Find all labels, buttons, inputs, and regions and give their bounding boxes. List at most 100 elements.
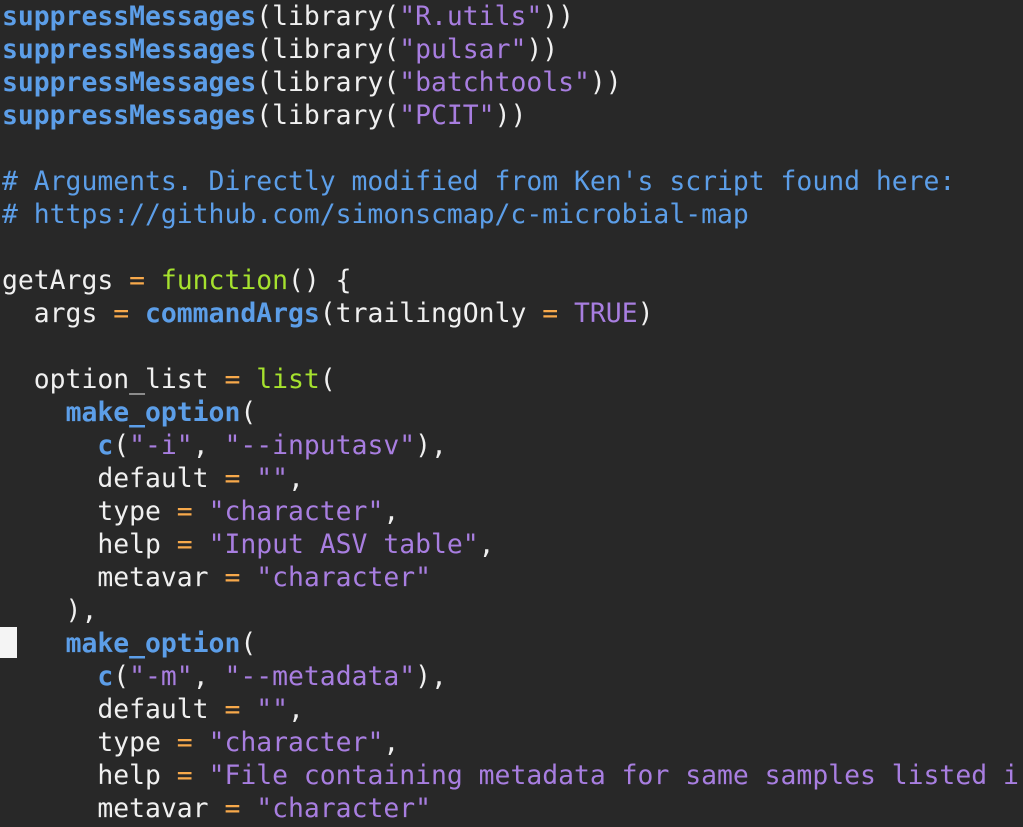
code-token: type [2, 727, 177, 758]
code-token: "--inputasv" [224, 430, 416, 461]
code-token: "PCIT" [399, 100, 495, 131]
code-line[interactable]: # Arguments. Directly modified from Ken'… [2, 165, 955, 198]
code-token: getArgs [2, 265, 130, 296]
code-token: = [129, 265, 145, 296]
code-token: help [2, 529, 177, 560]
code-line[interactable]: suppressMessages(library("PCIT")) [2, 99, 526, 132]
code-token: library [272, 67, 384, 98]
code-token: ( [113, 661, 130, 692]
code-token: "-i" [129, 430, 193, 461]
code-token: = [113, 298, 130, 329]
code-token: = [224, 694, 241, 725]
code-token: ), [2, 595, 98, 626]
code-token: "" [256, 463, 289, 494]
code-token: = [224, 562, 241, 593]
code-token: suppressMessages [2, 1, 257, 32]
code-token: "" [256, 694, 289, 725]
code-token: , [288, 463, 304, 494]
code-token: )) [526, 34, 559, 65]
code-token: list [256, 364, 320, 395]
code-token: , [383, 727, 400, 758]
code-token: type [2, 496, 177, 527]
code-token: ( [383, 34, 400, 65]
code-token: function [160, 265, 288, 296]
code-token: commandArgs [145, 298, 320, 329]
code-token: = [224, 793, 241, 824]
code-token: (trailingOnly [319, 298, 543, 329]
code-line[interactable]: make_option( [2, 396, 257, 429]
code-token: "character" [208, 727, 384, 758]
code-line[interactable]: getArgs = function() { [2, 264, 352, 297]
code-token: metavar [2, 793, 225, 824]
code-line[interactable]: # https://github.com/simonscmap/c-microb… [2, 198, 749, 231]
code-line[interactable]: suppressMessages(library("pulsar")) [2, 33, 558, 66]
code-line[interactable]: suppressMessages(library("R.utils")) [2, 0, 574, 33]
code-token: ( [319, 364, 336, 395]
code-token: = [176, 529, 193, 560]
code-token: # https://github.com/simonscmap/c-microb… [2, 199, 749, 230]
code-line[interactable]: option_list = list( [2, 363, 336, 396]
code-line[interactable]: default = "", [2, 693, 304, 726]
code-token: ( [256, 1, 273, 32]
code-token: ( [113, 430, 130, 461]
code-token: make_option [65, 628, 241, 659]
code-token: make_option [65, 397, 241, 428]
code-line[interactable]: help = "Input ASV table", [2, 528, 494, 561]
code-token: ( [383, 67, 400, 98]
code-token: library [272, 34, 384, 65]
code-line[interactable]: help = "File containing metadata for sam… [2, 759, 1019, 792]
code-line[interactable]: c("-i", "--inputasv"), [2, 429, 447, 462]
code-token: "character" [256, 562, 432, 593]
code-token: = [542, 298, 559, 329]
code-token: "character" [208, 496, 384, 527]
code-token: c [97, 661, 114, 692]
code-line[interactable]: default = "", [2, 462, 304, 495]
code-token: TRUE [574, 298, 638, 329]
code-token: = [176, 727, 193, 758]
code-token: "Input ASV table" [208, 529, 479, 560]
code-editor[interactable]: suppressMessages(library("R.utils")) supp… [0, 0, 1023, 827]
code-token: ), [415, 430, 447, 461]
code-token: library [272, 100, 384, 131]
code-line[interactable]: c("-m", "--metadata"), [2, 660, 447, 693]
code-token: suppressMessages [2, 67, 257, 98]
code-token: , [192, 661, 225, 692]
code-token: , [288, 694, 304, 725]
code-token: ), [415, 661, 447, 692]
code-token: args [2, 298, 114, 329]
code-line[interactable]: args = commandArgs(trailingOnly = TRUE) [2, 297, 654, 330]
code-line[interactable]: make_option( [2, 627, 257, 660]
code-line[interactable]: metavar = "character" [2, 561, 431, 594]
code-token: default [2, 463, 225, 494]
code-line[interactable]: metavar = "character" [2, 792, 431, 825]
code-token: "File containing metadata for same sampl… [208, 760, 1019, 791]
code-token: ( [240, 397, 257, 428]
code-token: = [224, 364, 241, 395]
code-line[interactable]: type = "character", [2, 495, 399, 528]
code-token: ( [240, 628, 257, 659]
code-token: = [224, 463, 241, 494]
code-token: , [383, 496, 400, 527]
code-token: ) [637, 298, 654, 329]
code-token: option_list [2, 364, 225, 395]
code-token: suppressMessages [2, 34, 257, 65]
code-line[interactable]: type = "character", [2, 726, 399, 759]
code-token: # Arguments. Directly modified from Ken'… [2, 166, 956, 197]
code-line[interactable]: suppressMessages(library("batchtools")) [2, 66, 622, 99]
code-token: () { [288, 265, 352, 296]
code-token: suppressMessages [2, 100, 257, 131]
code-token: ( [383, 100, 400, 131]
code-line[interactable]: ), [2, 594, 98, 627]
code-token: )) [494, 100, 527, 131]
code-token: metavar [2, 562, 225, 593]
code-token: "-m" [129, 661, 193, 692]
